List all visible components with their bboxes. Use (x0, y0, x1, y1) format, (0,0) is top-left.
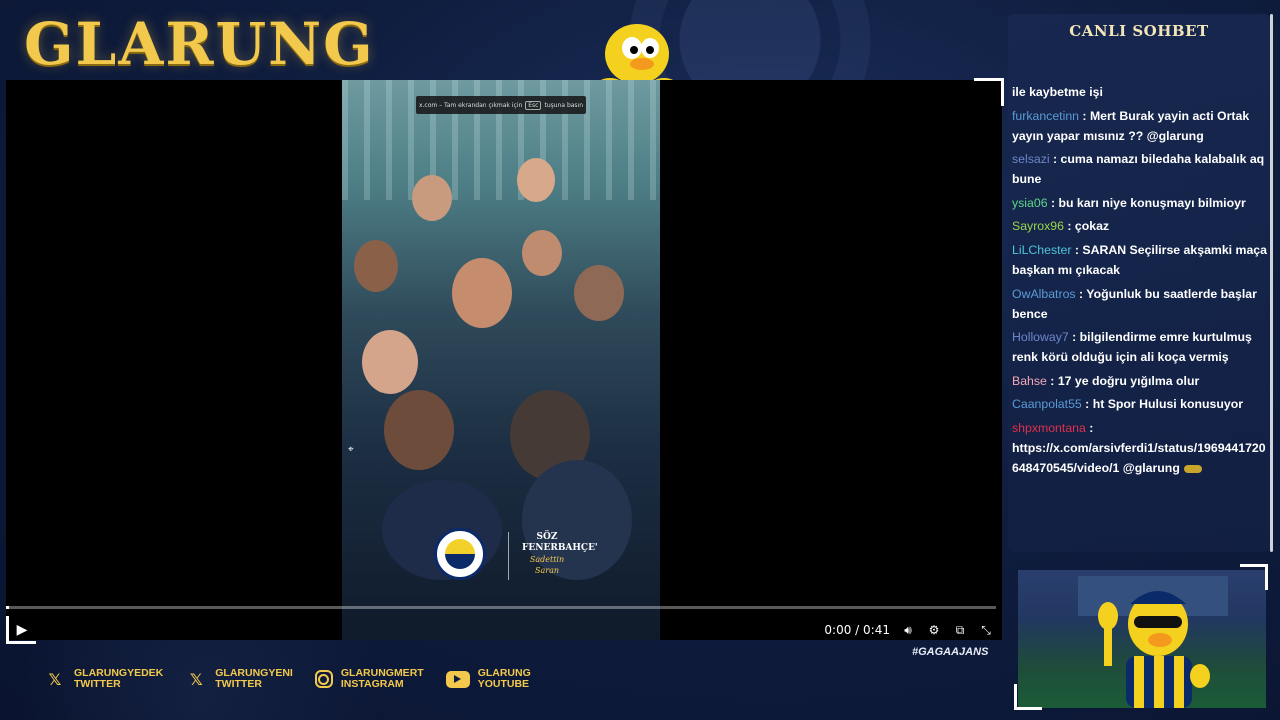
soz-fenerbahce-logo: SÖZ FENERBAHÇE' Sadettin Saran (522, 532, 598, 575)
chat-message: Caanpolat55 : ht Spor Hulusi konusuyor (1012, 397, 1243, 412)
chat-text: 17 ye doğru yığılma olur (1057, 373, 1200, 388)
chat-text: https://x.com/arsivferdi1/status/1969441… (1012, 440, 1266, 475)
chat-message: ysia06 : bu karı niye konuşmayı bilmioyr (1012, 195, 1246, 210)
crest-divider (508, 532, 509, 580)
chat-text: ht Spor Hulusi konusuyor (1092, 397, 1243, 412)
chat-username[interactable]: OwAlbatros (1012, 287, 1076, 301)
esc-key-badge: Esc (525, 100, 542, 110)
progress-fill (6, 606, 9, 609)
chat-username[interactable]: Sayrox96 (1012, 219, 1064, 233)
chat-username[interactable]: Bahse (1012, 374, 1047, 388)
social-twitter-yeni[interactable]: 𝕏 GLARUNGYENI TWITTER (185, 668, 293, 690)
chat-text: çokaz (1074, 219, 1110, 234)
chat-message: Bahse : 17 ye doğru yığılma olur (1012, 373, 1200, 388)
fullscreen-notice: x.com – Tam ekrandan çıkmak için Esc tuş… (416, 96, 586, 114)
chat-title: CANLI SOHBET (1069, 22, 1209, 40)
social-twitter-yedek[interactable]: 𝕏 GLARUNGYEDEK TWITTER (44, 668, 164, 690)
mouse-cursor-icon: ⌖ (348, 444, 354, 455)
video-frame[interactable]: x.com – Tam ekrandan çıkmak için Esc tuş… (342, 80, 660, 640)
play-icon: ▶ (16, 622, 28, 638)
time-display: 0:00 / 0:41 (824, 623, 890, 637)
corner-bracket-cam-bottom-left (1014, 684, 1042, 710)
chat-text: ile kaybetme işi (1012, 85, 1103, 99)
chat-username[interactable]: furkancetinn (1012, 109, 1079, 123)
video-player[interactable]: x.com – Tam ekrandan çıkmak için Esc tuş… (6, 80, 1002, 644)
player-controls-right: 0:00 / 0:41 🔊︎ ⚙ ⧉ ⤡ (824, 618, 994, 642)
emote-icon (1183, 464, 1202, 473)
corner-bracket-top-right (974, 78, 1004, 106)
chat-username[interactable]: Caanpolat55 (1012, 397, 1082, 411)
chat-scrollbar[interactable] (1270, 14, 1273, 552)
chat-message: Sayrox96 : çokaz (1012, 219, 1110, 234)
chat-text: bu karı niye konuşmayı bilmioyr (1058, 195, 1246, 210)
corner-bracket-cam-top-right (1240, 564, 1268, 590)
play-button[interactable]: ▶ (10, 618, 34, 642)
social-youtube[interactable]: GLARUNG YOUTUBE (445, 668, 531, 690)
chat-panel[interactable]: CANLI SOHBET ile kaybetme işi furkancetin… (1008, 14, 1270, 552)
chat-username[interactable]: shpxmontana (1012, 421, 1086, 435)
progress-bar[interactable] (6, 606, 996, 609)
chat-message: selsazi : cuma namazı biledaha kalabalık… (1012, 152, 1265, 187)
chat-message: OwAlbatros : Yoğunluk bu saatlerde başla… (1012, 286, 1257, 321)
chat-message-list[interactable]: ile kaybetme işi furkancetinn : Mert Bura… (1012, 82, 1268, 482)
chat-username[interactable]: LiLChester (1012, 243, 1071, 257)
social-instagram[interactable]: GLARUNGMERT INSTAGRAM (314, 668, 424, 690)
fenerbahce-crest-icon (434, 528, 486, 580)
mascot-streamer-icon (1078, 576, 1228, 708)
youtube-icon (445, 670, 470, 688)
chat-username[interactable]: selsazi (1012, 152, 1050, 166)
x-icon: 𝕏 (48, 669, 62, 689)
pip-icon[interactable]: ⧉ (952, 622, 968, 638)
x-icon: 𝕏 (189, 669, 203, 689)
volume-icon[interactable]: 🔊︎ (900, 622, 916, 638)
chat-text: cuma namazı biledaha kalabalık aq bune (1012, 152, 1265, 187)
signature: Sadettin Saran (529, 555, 565, 575)
chat-message: furkancetinn : Mert Burak yayin acti Ort… (1012, 108, 1250, 143)
chat-message: ile kaybetme işi (1012, 82, 1268, 102)
chat-message: shpxmontana : https://x.com/arsivferdi1/… (1012, 420, 1266, 475)
hashtag-label: #GAGAAJANS (912, 646, 989, 658)
chat-username[interactable]: ysia06 (1012, 196, 1048, 210)
chat-message: LiLChester : SARAN Seçilirse akşamki maç… (1012, 242, 1267, 277)
instagram-icon (314, 670, 333, 688)
channel-logo: GLARUNG (24, 10, 375, 78)
webcam-feed (1018, 570, 1266, 708)
chat-message: Holloway7 : bilgilendirme emre kurtulmuş… (1012, 330, 1252, 365)
settings-icon[interactable]: ⚙ (926, 622, 942, 638)
exit-fullscreen-icon[interactable]: ⤡ (978, 622, 994, 638)
chat-username[interactable]: Holloway7 (1012, 330, 1069, 344)
social-links: 𝕏 GLARUNGYEDEK TWITTER 𝕏 GLARUNGYENI TWITT… (44, 668, 531, 690)
